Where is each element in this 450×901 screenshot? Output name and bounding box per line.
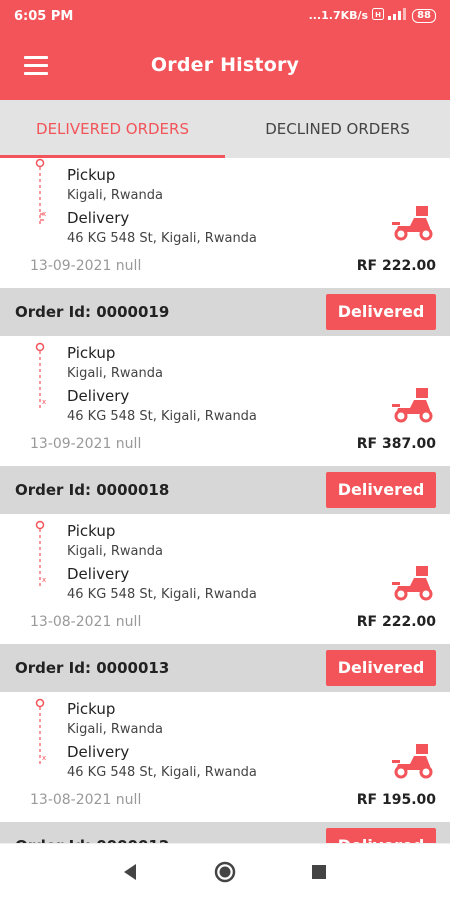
delivery-address: 46 KG 548 St, Kigali, Rwanda (67, 231, 257, 246)
delivery-scooter-icon (392, 388, 433, 423)
status-indicators: ...1.7KB/s H 88 (309, 8, 436, 23)
pickup-address: Kigali, Rwanda (67, 188, 163, 203)
pickup-delivery-route-icon: x (35, 158, 46, 226)
order-header: Order Id: 0000013 Delivered (0, 644, 450, 692)
svg-text:x: x (42, 398, 46, 406)
delivery-address: 46 KG 548 St, Kigali, Rwanda (67, 587, 257, 602)
delivery-label: Delivery (67, 743, 130, 761)
tab-declined-orders[interactable]: DECLINED ORDERS (225, 100, 450, 158)
order-price: RF 195.00 (356, 792, 436, 808)
pickup-delivery-route-icon: x (35, 698, 46, 766)
pickup-label: Pickup (67, 522, 116, 540)
svg-text:x: x (42, 754, 46, 762)
delivery-address: 46 KG 548 St, Kigali, Rwanda (67, 409, 257, 424)
status-badge[interactable]: Delivered (326, 472, 436, 508)
order-id: Order Id: 0000019 (15, 303, 170, 321)
pickup-label: Pickup (67, 166, 116, 184)
status-badge[interactable]: Delivered (326, 294, 436, 330)
app-header: 6:05 PM ...1.7KB/s H 88 Order History (0, 0, 450, 100)
order-header: Order Id: 0000019 Delivered (0, 288, 450, 336)
order-header: Order Id: 0000012 Delivered (0, 822, 450, 843)
order-price: RF 222.00 (356, 614, 436, 630)
order-header: Order Id: 0000018 Delivered (0, 466, 450, 514)
status-badge[interactable]: Delivered (326, 828, 436, 843)
volte-icon: H (372, 8, 385, 23)
system-nav-bar (0, 843, 450, 901)
order-id: Order Id: 0000018 (15, 481, 170, 499)
svg-text:x: x (42, 210, 46, 218)
status-time: 6:05 PM (14, 9, 74, 24)
order-date: 13-08-2021 null (30, 792, 142, 808)
delivery-scooter-icon (392, 566, 433, 601)
order-card[interactable]: x Pickup Kigali, Rwanda Delivery 46 KG 5… (0, 514, 450, 644)
pickup-label: Pickup (67, 344, 116, 362)
delivery-label: Delivery (67, 209, 130, 227)
order-date: 13-09-2021 null (30, 258, 142, 274)
pickup-address: Kigali, Rwanda (67, 722, 163, 737)
order-card[interactable]: x Pickup Kigali, Rwanda Delivery 46 KG 5… (0, 158, 450, 288)
network-speed: ...1.7KB/s (308, 9, 369, 22)
order-price: RF 222.00 (356, 258, 436, 274)
pickup-address: Kigali, Rwanda (67, 544, 163, 559)
delivery-address: 46 KG 548 St, Kigali, Rwanda (67, 765, 257, 780)
delivery-scooter-icon (392, 744, 433, 779)
signal-icon (388, 8, 408, 23)
status-badge[interactable]: Delivered (326, 650, 436, 686)
order-card[interactable]: x Pickup Kigali, Rwanda Delivery 46 KG 5… (0, 692, 450, 822)
order-date: 13-09-2021 null (30, 436, 142, 452)
page-title: Order History (150, 54, 300, 76)
delivery-scooter-icon (392, 206, 433, 241)
delivery-label: Delivery (67, 387, 130, 405)
order-card[interactable]: x Pickup Kigali, Rwanda Delivery 46 KG 5… (0, 336, 450, 466)
order-tabs: DELIVERED ORDERS DECLINED ORDERS (0, 100, 450, 158)
order-price: RF 387.00 (356, 436, 436, 452)
pickup-delivery-route-icon: x (35, 520, 46, 588)
pickup-address: Kigali, Rwanda (67, 366, 163, 381)
order-id: Order Id: 0000013 (15, 659, 170, 677)
tab-delivered-orders[interactable]: DELIVERED ORDERS (0, 100, 225, 158)
delivery-label: Delivery (67, 565, 130, 583)
pickup-delivery-route-icon: x (35, 342, 46, 410)
svg-text:x: x (42, 576, 46, 584)
order-list[interactable]: x Pickup Kigali, Rwanda Delivery 46 KG 5… (0, 158, 450, 843)
order-date: 13-08-2021 null (30, 614, 142, 630)
home-circle-icon[interactable] (213, 860, 237, 884)
back-triangle-icon[interactable] (118, 860, 142, 884)
recent-square-icon[interactable] (307, 860, 331, 884)
status-bar: 6:05 PM ...1.7KB/s H 88 (0, 0, 450, 34)
toolbar: Order History (0, 34, 450, 100)
battery-icon: 88 (412, 8, 436, 23)
svg-text:H: H (375, 11, 381, 19)
pickup-label: Pickup (67, 700, 116, 718)
